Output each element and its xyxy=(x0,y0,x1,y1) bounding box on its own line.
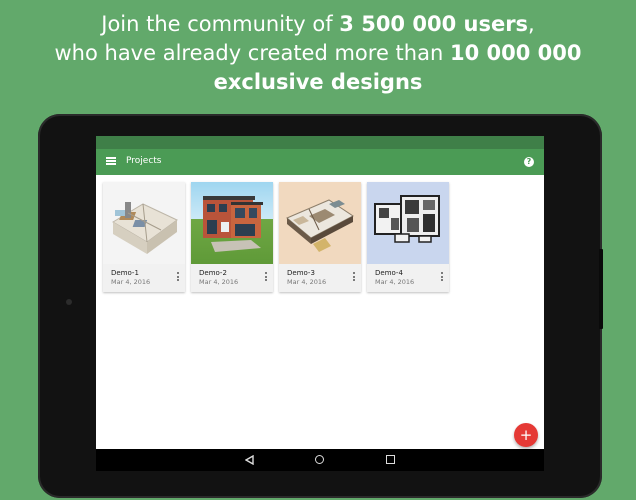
promo-line-3: exclusive designs xyxy=(213,70,423,94)
more-vert-icon[interactable] xyxy=(441,272,444,282)
add-project-button[interactable]: + xyxy=(514,423,538,447)
volume-button xyxy=(599,249,603,329)
tablet-device: Projects ? Demo-1 Mar 4, 2016 Demo-2 Mar… xyxy=(38,114,603,498)
more-vert-icon[interactable] xyxy=(177,272,180,282)
project-card-demo-1[interactable]: Demo-1 Mar 4, 2016 xyxy=(103,182,185,292)
more-vert-icon[interactable] xyxy=(265,272,268,282)
project-name: Demo-1 xyxy=(111,269,139,277)
project-date: Mar 4, 2016 xyxy=(375,278,415,286)
project-thumbnail xyxy=(279,182,361,264)
page-title: Projects xyxy=(126,156,162,166)
project-name: Demo-2 xyxy=(199,269,227,277)
project-name: Demo-3 xyxy=(287,269,315,277)
system-nav-bar xyxy=(96,449,544,471)
project-thumbnail xyxy=(367,182,449,264)
more-vert-icon[interactable] xyxy=(353,272,356,282)
project-thumbnail xyxy=(191,182,273,264)
camera-dot xyxy=(66,299,72,305)
promo-line-1: Join the community of 3 500 000 users, xyxy=(101,12,535,36)
project-card-demo-4[interactable]: Demo-4 Mar 4, 2016 xyxy=(367,182,449,292)
project-thumbnail xyxy=(103,182,185,264)
power-button xyxy=(599,292,603,312)
home-icon[interactable] xyxy=(315,455,324,464)
project-date: Mar 4, 2016 xyxy=(287,278,327,286)
status-bar xyxy=(96,136,544,149)
project-name: Demo-4 xyxy=(375,269,403,277)
app-bar: Projects ? xyxy=(96,149,544,175)
project-date: Mar 4, 2016 xyxy=(111,278,151,286)
recent-apps-icon[interactable] xyxy=(386,455,395,464)
app-screen: Projects ? Demo-1 Mar 4, 2016 Demo-2 Mar… xyxy=(96,136,544,471)
hamburger-menu-icon[interactable] xyxy=(106,157,116,165)
back-icon[interactable] xyxy=(245,455,255,465)
project-card-demo-2[interactable]: Demo-2 Mar 4, 2016 xyxy=(191,182,273,292)
project-card-demo-3[interactable]: Demo-3 Mar 4, 2016 xyxy=(279,182,361,292)
promo-line-2: who have already created more than 10 00… xyxy=(54,41,582,65)
promo-headline: Join the community of 3 500 000 users, w… xyxy=(0,10,636,97)
help-question-icon[interactable]: ? xyxy=(524,157,534,167)
project-date: Mar 4, 2016 xyxy=(199,278,239,286)
